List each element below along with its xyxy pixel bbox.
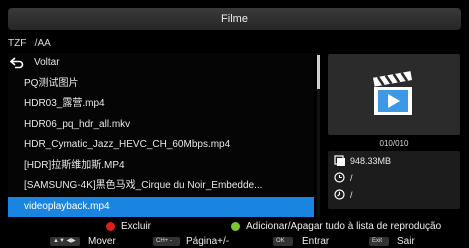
list-item[interactable]: HDR_Cymatic_Jazz_HEVC_CH_60Mbps.mp4 — [8, 135, 314, 156]
exit-key-icon: Exit — [369, 237, 389, 246]
clock-icon — [334, 172, 345, 183]
video-preview — [328, 54, 460, 135]
red-button-icon — [106, 222, 115, 231]
file-size-icon — [334, 155, 345, 166]
red-key-label: Excluir — [121, 221, 152, 232]
back-arrow-icon — [10, 57, 24, 69]
enter-key-label: Entrar — [302, 236, 330, 247]
back-item[interactable]: Voltar — [8, 53, 314, 74]
folder-path: /AA — [34, 38, 51, 49]
navigation-key-bar: ▲▼ ◀▶ Mover CH+ - Página+/- OK Entrar Ex… — [0, 235, 469, 248]
list-item[interactable]: HDR06_pq_hdr_all.mkv — [8, 115, 314, 136]
channel-keys-icon: CH+ - — [153, 237, 180, 246]
list-item[interactable]: PQ测试图片 — [8, 74, 314, 95]
scrollbar-thumb[interactable] — [317, 55, 320, 89]
list-item[interactable]: [SAMSUNG-4K]黑色马戏_Cirque du Noir_Embedde.… — [8, 176, 314, 197]
file-details: 948.33MB / / — [328, 151, 460, 209]
file-counter: 010/010 — [379, 139, 409, 148]
date-clock-icon — [334, 189, 345, 200]
color-key-legend: Excluir Adicionar/Apagar tudo à lista de… — [0, 220, 469, 233]
arrow-keys-icon: ▲▼ ◀▶ — [50, 237, 80, 246]
date-value: / — [350, 190, 353, 200]
move-key-label: Mover — [88, 236, 116, 247]
file-list: Voltar PQ测试图片 HDR03_露营.mp4 HDR06_pq_hdr_… — [8, 53, 314, 217]
list-scrollbar[interactable] — [317, 53, 320, 217]
window-title: Filme — [8, 8, 461, 30]
ok-key-icon: OK — [273, 237, 293, 246]
video-file-icon — [373, 71, 413, 115]
green-key-label: Adicionar/Apagar tudo à lista de reprodu… — [246, 221, 442, 232]
breadcrumb: TZF /AA — [8, 37, 308, 51]
list-item[interactable]: [HDR]拉斯维加斯.MP4 — [8, 156, 314, 177]
device-name: TZF — [8, 38, 27, 49]
list-item[interactable]: HDR03_露营.mp4 — [8, 94, 314, 115]
page-key-label: Página+/- — [186, 236, 230, 247]
back-label: Voltar — [34, 57, 60, 68]
exit-key-label: Sair — [397, 236, 415, 247]
list-item-selected[interactable]: videoplayback.mp4 — [8, 196, 314, 217]
green-button-icon — [231, 222, 240, 231]
file-size-value: 948.33MB — [350, 156, 392, 166]
duration-value: / — [350, 173, 353, 183]
